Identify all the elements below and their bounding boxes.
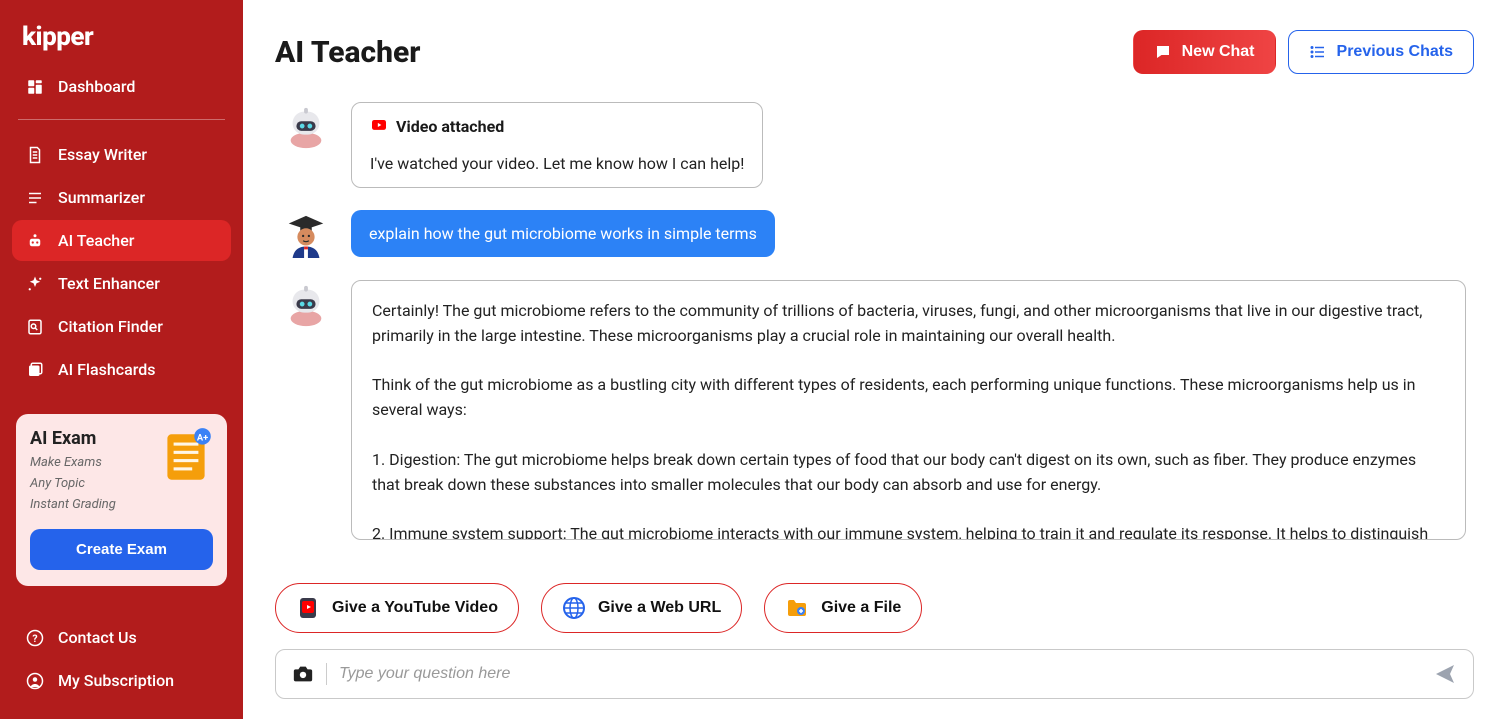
message-ai-response: Certainly! The gut microbiome refers to … — [275, 280, 1466, 567]
cards-icon — [26, 361, 44, 379]
ai-message-text: I've watched your video. Let me know how… — [370, 154, 744, 173]
sidebar-item-label: Essay Writer — [58, 145, 147, 164]
send-button[interactable] — [1433, 662, 1457, 686]
sidebar-item-label: Contact Us — [58, 628, 137, 647]
chat-bubble-icon — [1154, 43, 1172, 61]
help-icon: ? — [26, 629, 44, 647]
page-header: AI Teacher New Chat Previous Chats — [275, 30, 1474, 74]
attachment-label: Video attached — [396, 117, 504, 136]
dashboard-icon — [26, 78, 44, 96]
person-icon — [26, 672, 44, 690]
sidebar-item-essay-writer[interactable]: Essay Writer — [12, 134, 231, 175]
chip-label: Give a File — [821, 599, 901, 617]
header-buttons: New Chat Previous Chats — [1133, 30, 1474, 74]
svg-text:?: ? — [32, 631, 37, 644]
sidebar-item-ai-teacher[interactable]: AI Teacher — [12, 220, 231, 261]
new-chat-label: New Chat — [1182, 43, 1255, 61]
scroll-icon: A+ — [155, 426, 217, 488]
sidebar-item-dashboard[interactable]: Dashboard — [12, 66, 231, 107]
sidebar-item-label: AI Flashcards — [58, 360, 156, 379]
new-chat-button[interactable]: New Chat — [1133, 30, 1276, 74]
robot-icon — [26, 232, 44, 250]
give-url-chip[interactable]: Give a Web URL — [541, 583, 742, 633]
bot-avatar-icon — [283, 282, 329, 328]
bot-avatar-icon — [283, 104, 329, 150]
sidebar: kipper Dashboard Essay Writer Summarizer — [0, 0, 243, 719]
sidebar-item-subscription[interactable]: My Subscription — [12, 660, 231, 701]
composer-area: Give a YouTube Video Give a Web URL Give… — [275, 583, 1474, 699]
sidebar-bottom-nav: ? Contact Us My Subscription — [12, 599, 231, 701]
sidebar-item-label: AI Teacher — [58, 231, 134, 250]
sparkle-icon — [26, 275, 44, 293]
separator — [326, 663, 327, 685]
sidebar-item-label: Citation Finder — [58, 317, 163, 336]
chat-thread: Video attached I've watched your video. … — [275, 102, 1474, 567]
list-icon — [1309, 43, 1327, 61]
message-ai-attachment: Video attached I've watched your video. … — [275, 102, 1466, 188]
document-icon — [26, 146, 44, 164]
sidebar-item-label: Summarizer — [58, 188, 145, 207]
user-message-bubble: explain how the gut microbiome works in … — [351, 210, 775, 257]
user-avatar-icon — [283, 212, 329, 258]
sidebar-item-summarizer[interactable]: Summarizer — [12, 177, 231, 218]
sidebar-item-contact-us[interactable]: ? Contact Us — [12, 617, 231, 658]
sidebar-item-label: Text Enhancer — [58, 274, 160, 293]
message-user: explain how the gut microbiome works in … — [275, 210, 1466, 258]
main-content: AI Teacher New Chat Previous Chats — [243, 0, 1498, 719]
sidebar-item-label: My Subscription — [58, 671, 174, 690]
primary-nav: Dashboard Essay Writer Summarizer AI Tea… — [12, 66, 231, 390]
previous-chats-button[interactable]: Previous Chats — [1288, 30, 1474, 74]
message-composer — [275, 649, 1474, 699]
sidebar-item-label: Dashboard — [58, 77, 135, 96]
exam-card-sub-3: Instant Grading — [30, 495, 213, 516]
brand-logo: kipper — [12, 18, 231, 66]
ai-response-bubble: Certainly! The gut microbiome refers to … — [351, 280, 1466, 540]
sidebar-item-text-enhancer[interactable]: Text Enhancer — [12, 263, 231, 304]
page-title: AI Teacher — [275, 35, 420, 70]
sidebar-item-ai-flashcards[interactable]: AI Flashcards — [12, 349, 231, 390]
ai-exam-card: AI Exam Make Exams Any Topic Instant Gra… — [16, 414, 227, 586]
attachment-chips: Give a YouTube Video Give a Web URL Give… — [275, 583, 1474, 633]
attachment-header: Video attached — [370, 117, 744, 136]
ai-message-bubble: Video attached I've watched your video. … — [351, 102, 763, 188]
give-youtube-chip[interactable]: Give a YouTube Video — [275, 583, 519, 633]
camera-icon[interactable] — [292, 663, 314, 685]
citation-icon — [26, 318, 44, 336]
lines-icon — [26, 189, 44, 207]
chip-label: Give a YouTube Video — [332, 599, 498, 617]
give-file-chip[interactable]: Give a File — [764, 583, 922, 633]
create-exam-button[interactable]: Create Exam — [30, 529, 213, 570]
globe-icon — [562, 596, 586, 620]
youtube-icon — [370, 120, 388, 134]
phone-youtube-icon — [296, 596, 320, 620]
sidebar-item-citation-finder[interactable]: Citation Finder — [12, 306, 231, 347]
previous-chats-label: Previous Chats — [1337, 43, 1453, 61]
svg-text:A+: A+ — [197, 432, 208, 443]
message-input[interactable] — [339, 665, 1421, 683]
sidebar-divider — [18, 119, 225, 120]
folder-icon — [785, 596, 809, 620]
chip-label: Give a Web URL — [598, 599, 721, 617]
